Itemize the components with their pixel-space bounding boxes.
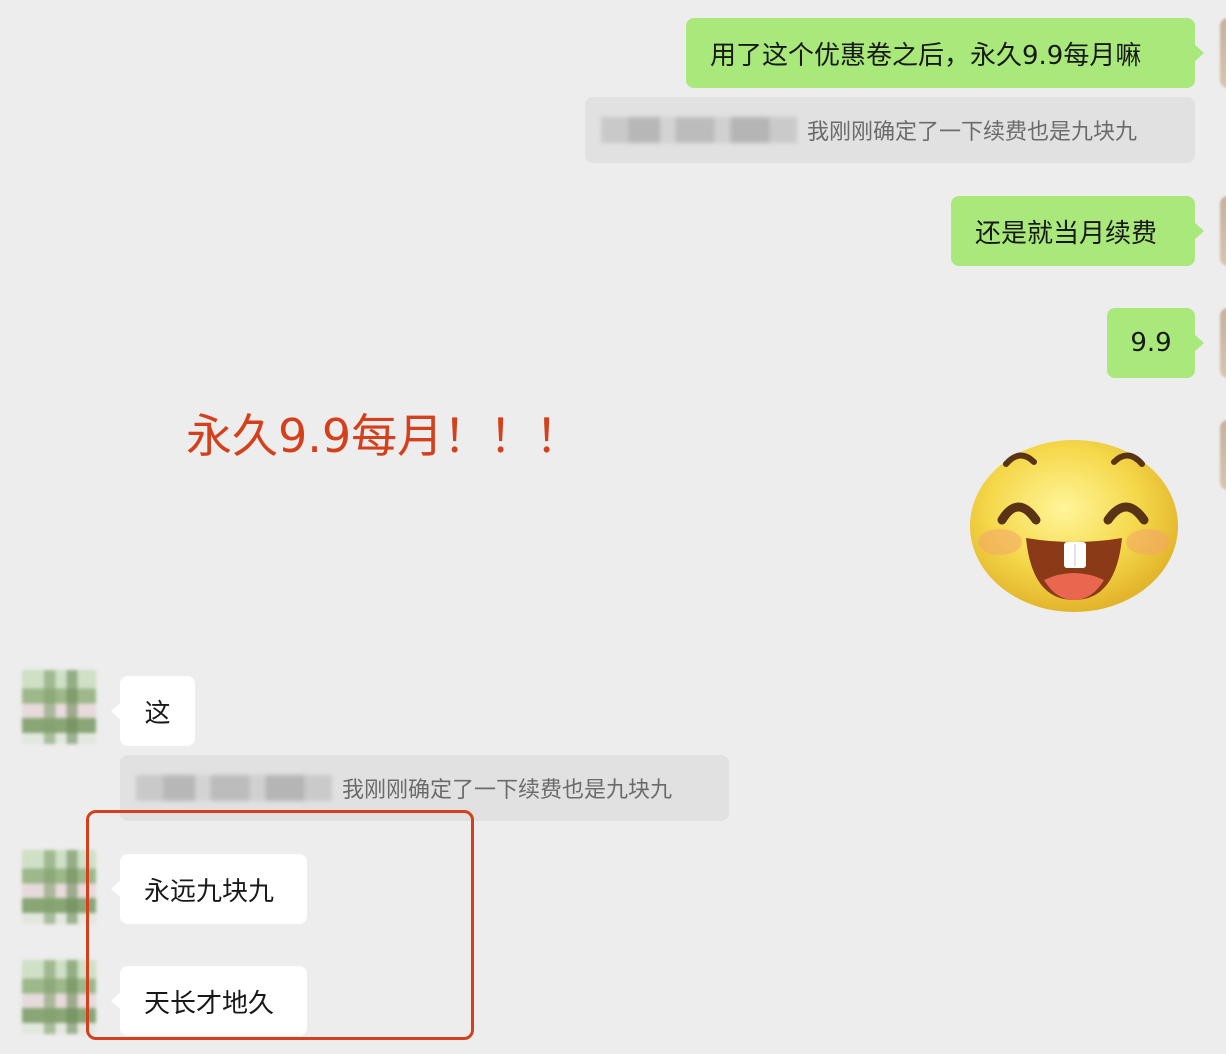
laughing-face-sticker[interactable] — [968, 434, 1180, 612]
message-bubble-outgoing[interactable]: 用了这个优惠卷之后，永久9.9每月嘛 — [686, 18, 1204, 88]
red-annotation-text: 永久9.9每月！！！ — [186, 409, 582, 463]
my-avatar[interactable] — [1220, 420, 1226, 490]
blurred-sender-name — [136, 775, 332, 801]
message-text: 还是就当月续费 — [975, 218, 1158, 249]
message-bubble-incoming[interactable]: 这 — [111, 676, 195, 746]
red-highlight-box — [86, 810, 474, 1040]
my-avatar[interactable] — [1220, 18, 1226, 88]
message-text: 9.9 — [1130, 328, 1172, 358]
message-bubble-outgoing[interactable]: 还是就当月续费 — [951, 196, 1204, 266]
quoted-text: 我刚刚确定了一下续费也是九块九 — [807, 120, 1138, 145]
my-avatar[interactable] — [1220, 308, 1226, 378]
chat-screen: 用了这个优惠卷之后，永久9.9每月嘛 我刚刚确定了一下续费也是九块九 还是就当月… — [0, 0, 1226, 1054]
quoted-message[interactable]: 我刚刚确定了一下续费也是九块九 — [585, 97, 1195, 163]
message-text: 用了这个优惠卷之后，永久9.9每月嘛 — [710, 40, 1142, 71]
my-avatar[interactable] — [1220, 196, 1226, 266]
quoted-text: 我刚刚确定了一下续费也是九块九 — [342, 778, 673, 803]
message-bubble-outgoing[interactable]: 9.9 — [1107, 308, 1204, 378]
contact-avatar[interactable] — [22, 850, 96, 924]
message-text: 这 — [144, 698, 171, 729]
contact-avatar[interactable] — [22, 670, 96, 744]
contact-avatar[interactable] — [22, 960, 96, 1034]
blurred-sender-name — [601, 117, 797, 143]
